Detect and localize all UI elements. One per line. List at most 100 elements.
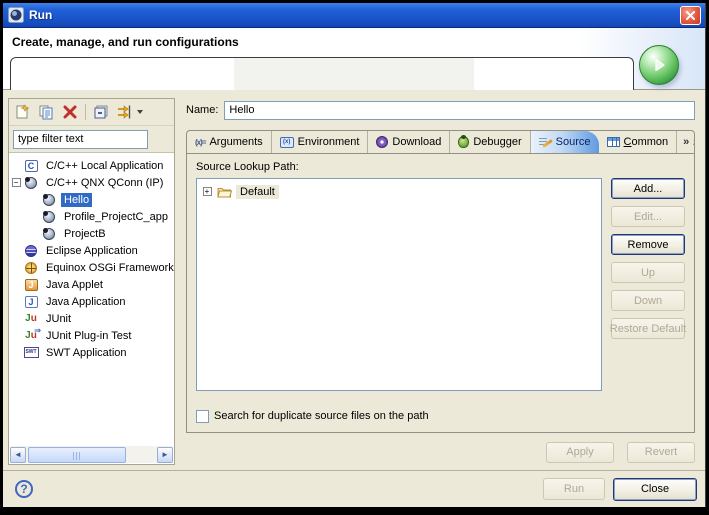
name-input[interactable] [224, 101, 695, 120]
common-icon [607, 137, 620, 147]
environment-icon: (x) [280, 137, 294, 148]
tree-item-label: Profile_ProjectC_app [61, 210, 171, 224]
c-application-icon: C [23, 159, 39, 173]
close-button[interactable]: Close [613, 478, 697, 501]
tree-item-cpp-local[interactable]: C C/C++ Local Application [9, 157, 174, 174]
tree-item-hello[interactable]: Hello [9, 191, 174, 208]
remove-button[interactable]: Remove [611, 234, 685, 255]
dialog-button-bar: ? Run Close [3, 470, 705, 507]
main-area: C C/C++ Local Application − C/C++ QNX QC… [3, 90, 705, 470]
scroll-right-icon[interactable]: ► [157, 447, 173, 463]
tree-item-label: Equinox OSGi Framework [43, 261, 174, 275]
apply-revert-row: Apply Revert [182, 433, 697, 465]
scrollbar-thumb[interactable] [28, 447, 126, 463]
edit-button[interactable]: Edit... [611, 206, 685, 227]
open-folder-icon [217, 186, 232, 198]
lookup-item-default[interactable]: + Default [199, 183, 599, 200]
filter-row [9, 126, 174, 152]
tree-item-junit-plugin[interactable]: Ju⇒ JUnit Plug-in Test [9, 327, 174, 344]
source-lookup-path-label: Source Lookup Path: [196, 161, 685, 173]
source-tab-content: Source Lookup Path: + Default [186, 153, 695, 433]
tree-item-label: ProjectB [61, 227, 109, 241]
run-orb-icon[interactable] [639, 45, 679, 85]
lookup-item-label: Default [236, 185, 279, 199]
tree-item-label: C/C++ Local Application [43, 159, 166, 173]
revert-button[interactable]: Revert [627, 442, 695, 463]
scroll-left-icon[interactable]: ◄ [10, 447, 26, 463]
java-applet-icon: J [23, 278, 39, 292]
filter-menu-dropdown-icon[interactable] [137, 110, 143, 114]
launch-toolbar [9, 99, 174, 126]
name-row: Name: [186, 100, 695, 120]
message-area-band [234, 58, 474, 90]
tree-item-qnx-qconn[interactable]: − C/C++ QNX QConn (IP) [9, 174, 174, 191]
expand-icon[interactable]: + [199, 187, 215, 196]
debugger-icon [458, 136, 469, 148]
tree-item-projectb[interactable]: ProjectB [9, 225, 174, 242]
duplicate-launch-configuration-icon[interactable] [36, 102, 56, 122]
download-icon [376, 136, 388, 148]
tree-item-junit[interactable]: Ju JUnit [9, 310, 174, 327]
tab-strip: (x)= Arguments (x) Environment Download … [186, 130, 695, 153]
run-button[interactable]: Run [543, 478, 605, 500]
close-icon[interactable] [680, 6, 701, 25]
qnx-qconn-icon [41, 227, 57, 241]
apply-button[interactable]: Apply [546, 442, 614, 463]
tree-item-profile-projectc[interactable]: Profile_ProjectC_app [9, 208, 174, 225]
tab-debugger[interactable]: Debugger [450, 131, 530, 153]
junit-plugin-test-icon: Ju⇒ [23, 329, 39, 343]
banner-title: Create, manage, and run configurations [12, 35, 239, 49]
config-tab-folder: (x)= Arguments (x) Environment Download … [186, 130, 695, 433]
swt-application-icon: SWT [23, 346, 39, 360]
tree-item-swt-application[interactable]: SWT SWT Application [9, 344, 174, 361]
collapse-all-icon[interactable] [91, 102, 111, 122]
titlebar[interactable]: Run [3, 3, 705, 28]
tree-item-label: JUnit Plug-in Test [43, 329, 134, 343]
qnx-qconn-icon [41, 193, 57, 207]
equinox-osgi-framework-icon [23, 261, 39, 275]
down-button[interactable]: Down [611, 290, 685, 311]
tab-label: Download [392, 136, 441, 148]
java-application-icon: J [23, 295, 39, 309]
up-button[interactable]: Up [611, 262, 685, 283]
add-button[interactable]: Add... [611, 178, 685, 199]
delete-launch-configuration-icon[interactable] [60, 102, 80, 122]
overflow-count: 2 [693, 137, 695, 147]
lookup-buttons: Add... Edit... Remove Up Down Restore De… [611, 178, 685, 391]
tab-source[interactable]: Source [531, 131, 599, 153]
horizontal-scrollbar[interactable]: ◄ ► [10, 446, 173, 463]
tree-item-label: Java Applet [43, 278, 106, 292]
tree-item-java-application[interactable]: J Java Application [9, 293, 174, 310]
tree-item-label: C/C++ QNX QConn (IP) [43, 176, 166, 190]
run-dialog-icon [8, 7, 24, 23]
restore-default-button[interactable]: Restore Default [611, 318, 685, 339]
tab-overflow-chevron[interactable]: »2 [677, 131, 695, 153]
collapse-expander[interactable]: − [9, 178, 23, 187]
tab-label: Common [624, 136, 669, 148]
tree-item-equinox-osgi[interactable]: Equinox OSGi Framework [9, 259, 174, 276]
search-duplicates-checkbox[interactable] [196, 410, 209, 423]
toolbar-separator [85, 104, 86, 120]
tree-item-eclipse-application[interactable]: Eclipse Application [9, 242, 174, 259]
tab-download[interactable]: Download [368, 131, 450, 153]
config-detail-panel: Name: (x)= Arguments (x) Environment Do [182, 98, 697, 465]
qnx-qconn-icon [41, 210, 57, 224]
tab-common[interactable]: Common [599, 131, 678, 153]
junit-icon: Ju [23, 312, 39, 326]
window-title: Run [29, 8, 680, 22]
launch-config-tree: C C/C++ Local Application − C/C++ QNX QC… [9, 152, 174, 464]
tab-environment[interactable]: (x) Environment [272, 131, 369, 153]
duplicate-search-row: Search for duplicate source files on the… [196, 407, 685, 425]
search-duplicates-label: Search for duplicate source files on the… [214, 410, 429, 422]
run-dialog-window: Run Create, manage, and run configuratio… [3, 3, 706, 507]
tab-arguments[interactable]: (x)= Arguments [187, 131, 272, 153]
new-launch-configuration-icon[interactable] [12, 102, 32, 122]
tree-item-label: SWT Application [43, 346, 130, 360]
tree-item-label: Hello [61, 193, 92, 207]
header-banner: Create, manage, and run configurations [3, 28, 705, 90]
tree-item-java-applet[interactable]: J Java Applet [9, 276, 174, 293]
filter-input[interactable] [13, 130, 148, 149]
source-lookup-list[interactable]: + Default [196, 178, 602, 391]
help-icon[interactable]: ? [15, 480, 33, 498]
filter-launch-configurations-icon[interactable] [115, 102, 135, 122]
